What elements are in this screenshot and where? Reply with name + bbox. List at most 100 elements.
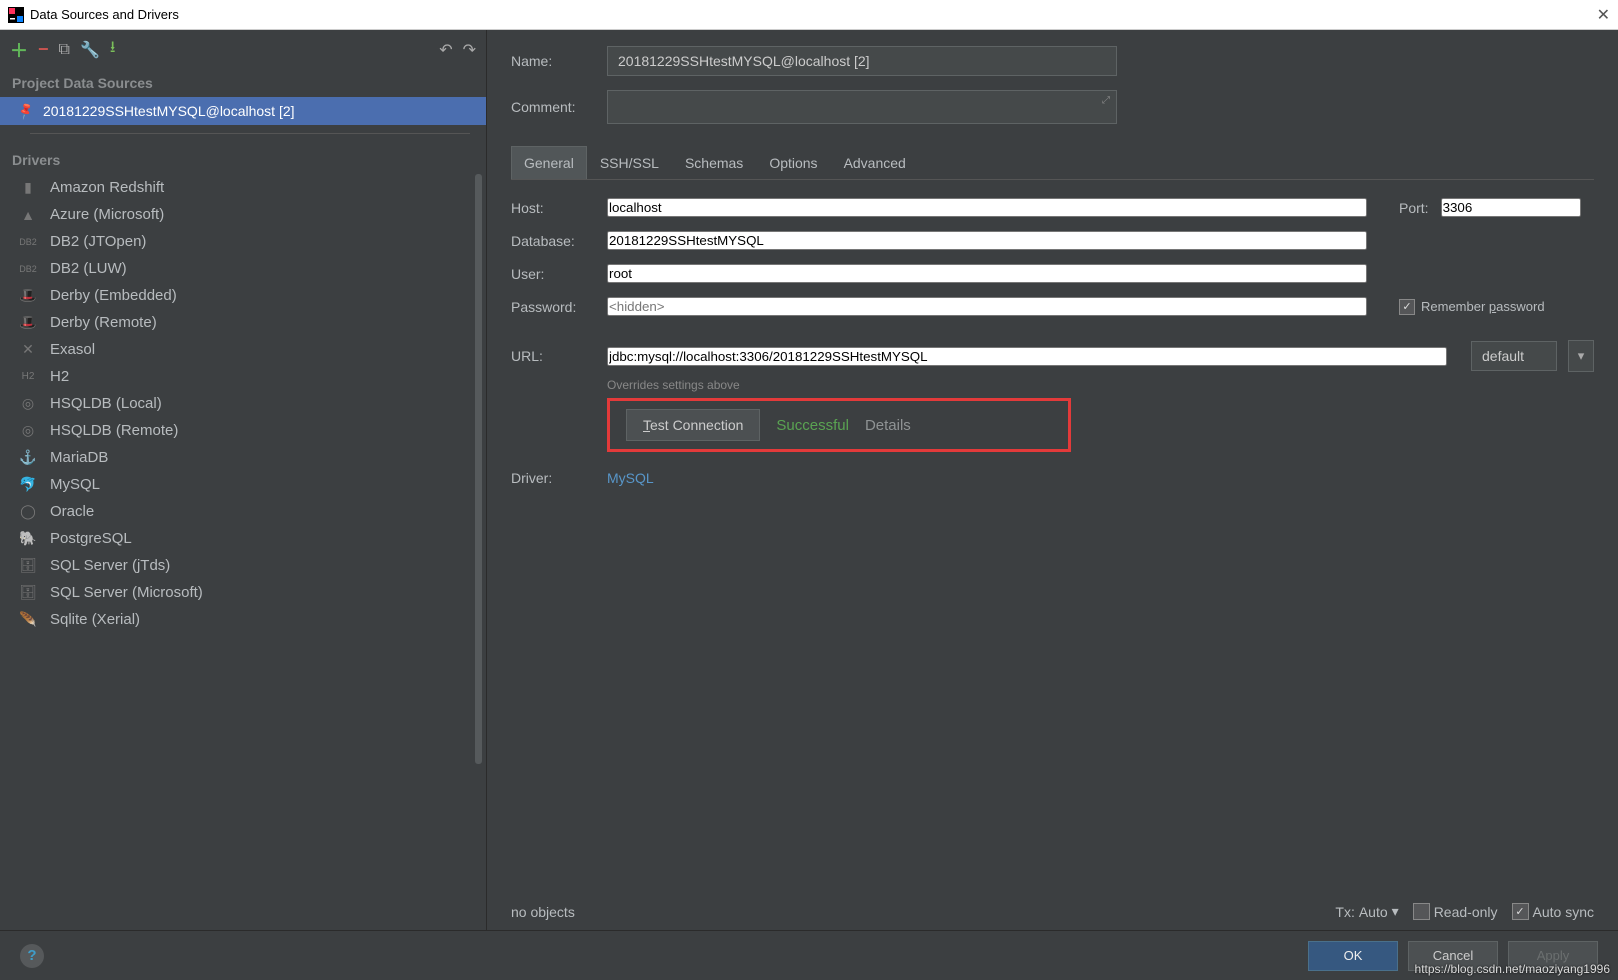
driver-item[interactable]: ▲Azure (Microsoft): [0, 201, 486, 228]
scrollbar[interactable]: [475, 174, 482, 764]
project-sources-header: Project Data Sources: [0, 69, 486, 97]
tab-advanced[interactable]: Advanced: [831, 146, 919, 179]
driver-item[interactable]: ◎HSQLDB (Remote): [0, 417, 486, 444]
driver-item[interactable]: 🐬MySQL: [0, 471, 486, 498]
test-connection-button[interactable]: Test Connection: [626, 409, 760, 441]
driver-item[interactable]: DB2DB2 (LUW): [0, 255, 486, 282]
chevron-down-icon[interactable]: ▾: [1568, 340, 1594, 372]
copy-icon[interactable]: ⧉: [59, 41, 70, 59]
redo-icon[interactable]: ↷: [463, 40, 476, 60]
checkbox-icon: ✓: [1399, 299, 1415, 315]
db-icon: ◎: [18, 422, 38, 439]
titlebar: Data Sources and Drivers ✕: [0, 0, 1618, 30]
tab-schemas[interactable]: Schemas: [672, 146, 756, 179]
bottom-bar: no objects Tx: Auto ▾ Read-only ✓ Auto s…: [511, 903, 1594, 920]
readonly-checkbox[interactable]: Read-only: [1413, 903, 1498, 920]
database-label: Database:: [511, 233, 595, 249]
override-note: Overrides settings above: [607, 378, 1594, 392]
cancel-button[interactable]: Cancel: [1408, 941, 1498, 971]
undo-icon[interactable]: ↶: [439, 40, 452, 60]
driver-item[interactable]: 🗄SQL Server (jTds): [0, 552, 486, 579]
driver-item[interactable]: 🎩Derby (Remote): [0, 309, 486, 336]
driver-item[interactable]: DB2DB2 (JTOpen): [0, 228, 486, 255]
db-icon: 🐬: [18, 476, 38, 493]
db-icon: ▲: [18, 207, 38, 223]
apply-button[interactable]: Apply: [1508, 941, 1598, 971]
checkbox-icon: [1413, 903, 1430, 920]
db-icon: DB2: [18, 264, 38, 274]
tabs: General SSH/SSL Schemas Options Advanced: [511, 146, 1594, 180]
close-icon[interactable]: ✕: [1597, 5, 1610, 25]
content-panel: Name: Comment: ⤢ General SSH/SSL Schemas…: [487, 30, 1618, 930]
help-icon[interactable]: ?: [20, 944, 44, 968]
db-icon: 🗄: [18, 557, 38, 574]
sidebar: ＋ − ⧉ 🔧 ⭳ ↶ ↷ Project Data Sources 📌 201…: [0, 30, 487, 930]
db-icon: 🗄: [18, 584, 38, 601]
db-icon: ✕: [18, 341, 38, 358]
settings-icon[interactable]: 🔧: [80, 40, 100, 60]
remember-password-checkbox[interactable]: ✓ Remember password: [1399, 299, 1545, 315]
host-input[interactable]: [607, 198, 1367, 217]
separator: [30, 133, 470, 134]
database-input[interactable]: [607, 231, 1367, 250]
user-label: User:: [511, 266, 595, 282]
data-source-label: 20181229SSHtestMYSQL@localhost [2]: [43, 103, 295, 119]
db-icon: H2: [18, 371, 38, 382]
driver-item[interactable]: ⚓MariaDB: [0, 444, 486, 471]
driver-item[interactable]: ▮Amazon Redshift: [0, 174, 486, 201]
db-icon: ⚓: [18, 449, 38, 466]
chevron-down-icon: ▾: [1392, 903, 1399, 920]
driver-link[interactable]: MySQL: [607, 470, 654, 486]
data-source-item[interactable]: 📌 20181229SSHtestMYSQL@localhost [2]: [0, 97, 486, 125]
password-label: Password:: [511, 299, 595, 315]
add-icon[interactable]: ＋: [10, 37, 28, 63]
remove-icon[interactable]: −: [38, 39, 49, 60]
db-icon: 🎩: [18, 287, 38, 304]
comment-input[interactable]: ⤢: [607, 90, 1117, 124]
port-input[interactable]: [1441, 198, 1581, 217]
name-input[interactable]: [607, 46, 1117, 76]
ok-button[interactable]: OK: [1308, 941, 1398, 971]
no-objects-label: no objects: [511, 904, 575, 920]
tx-dropdown[interactable]: Tx: Auto ▾: [1335, 903, 1398, 920]
driver-item[interactable]: 🪶Sqlite (Xerial): [0, 606, 486, 633]
url-input[interactable]: [607, 347, 1447, 366]
name-label: Name:: [511, 53, 595, 69]
status-success: Successful: [776, 417, 849, 434]
db-icon: ◯: [18, 503, 38, 520]
window-title: Data Sources and Drivers: [30, 7, 179, 22]
driver-item[interactable]: ◎HSQLDB (Local): [0, 390, 486, 417]
db-icon: DB2: [18, 237, 38, 247]
user-input[interactable]: [607, 264, 1367, 283]
db-icon: ▮: [18, 179, 38, 196]
comment-label: Comment:: [511, 99, 595, 115]
db-icon: ◎: [18, 395, 38, 412]
footer: ? OK Cancel Apply: [0, 930, 1618, 980]
drivers-header: Drivers: [0, 146, 486, 174]
intellij-icon: [8, 7, 24, 23]
url-mode-select[interactable]: default: [1471, 341, 1557, 371]
driver-item[interactable]: 🎩Derby (Embedded): [0, 282, 486, 309]
tab-options[interactable]: Options: [756, 146, 830, 179]
db-icon: 🎩: [18, 314, 38, 331]
url-label: URL:: [511, 348, 595, 364]
drivers-list: ▮Amazon Redshift ▲Azure (Microsoft) DB2D…: [0, 174, 486, 930]
tab-sshssl[interactable]: SSH/SSL: [587, 146, 672, 179]
expand-icon[interactable]: ⤢: [1102, 95, 1110, 106]
test-connection-area: Test Connection Successful Details: [607, 398, 1071, 452]
port-label: Port:: [1399, 200, 1429, 216]
driver-item[interactable]: 🗄SQL Server (Microsoft): [0, 579, 486, 606]
driver-item[interactable]: 🐘PostgreSQL: [0, 525, 486, 552]
password-input[interactable]: [607, 297, 1367, 316]
driver-item[interactable]: H2H2: [0, 363, 486, 390]
driver-item[interactable]: ✕Exasol: [0, 336, 486, 363]
host-label: Host:: [511, 200, 595, 216]
tab-general[interactable]: General: [511, 146, 587, 179]
checkbox-icon: ✓: [1512, 903, 1529, 920]
details-link[interactable]: Details: [865, 417, 911, 434]
import-icon[interactable]: ⭳: [110, 36, 116, 63]
autosync-checkbox[interactable]: ✓ Auto sync: [1512, 903, 1594, 920]
db-icon: 🪶: [18, 611, 38, 628]
driver-label: Driver:: [511, 470, 595, 486]
driver-item[interactable]: ◯Oracle: [0, 498, 486, 525]
